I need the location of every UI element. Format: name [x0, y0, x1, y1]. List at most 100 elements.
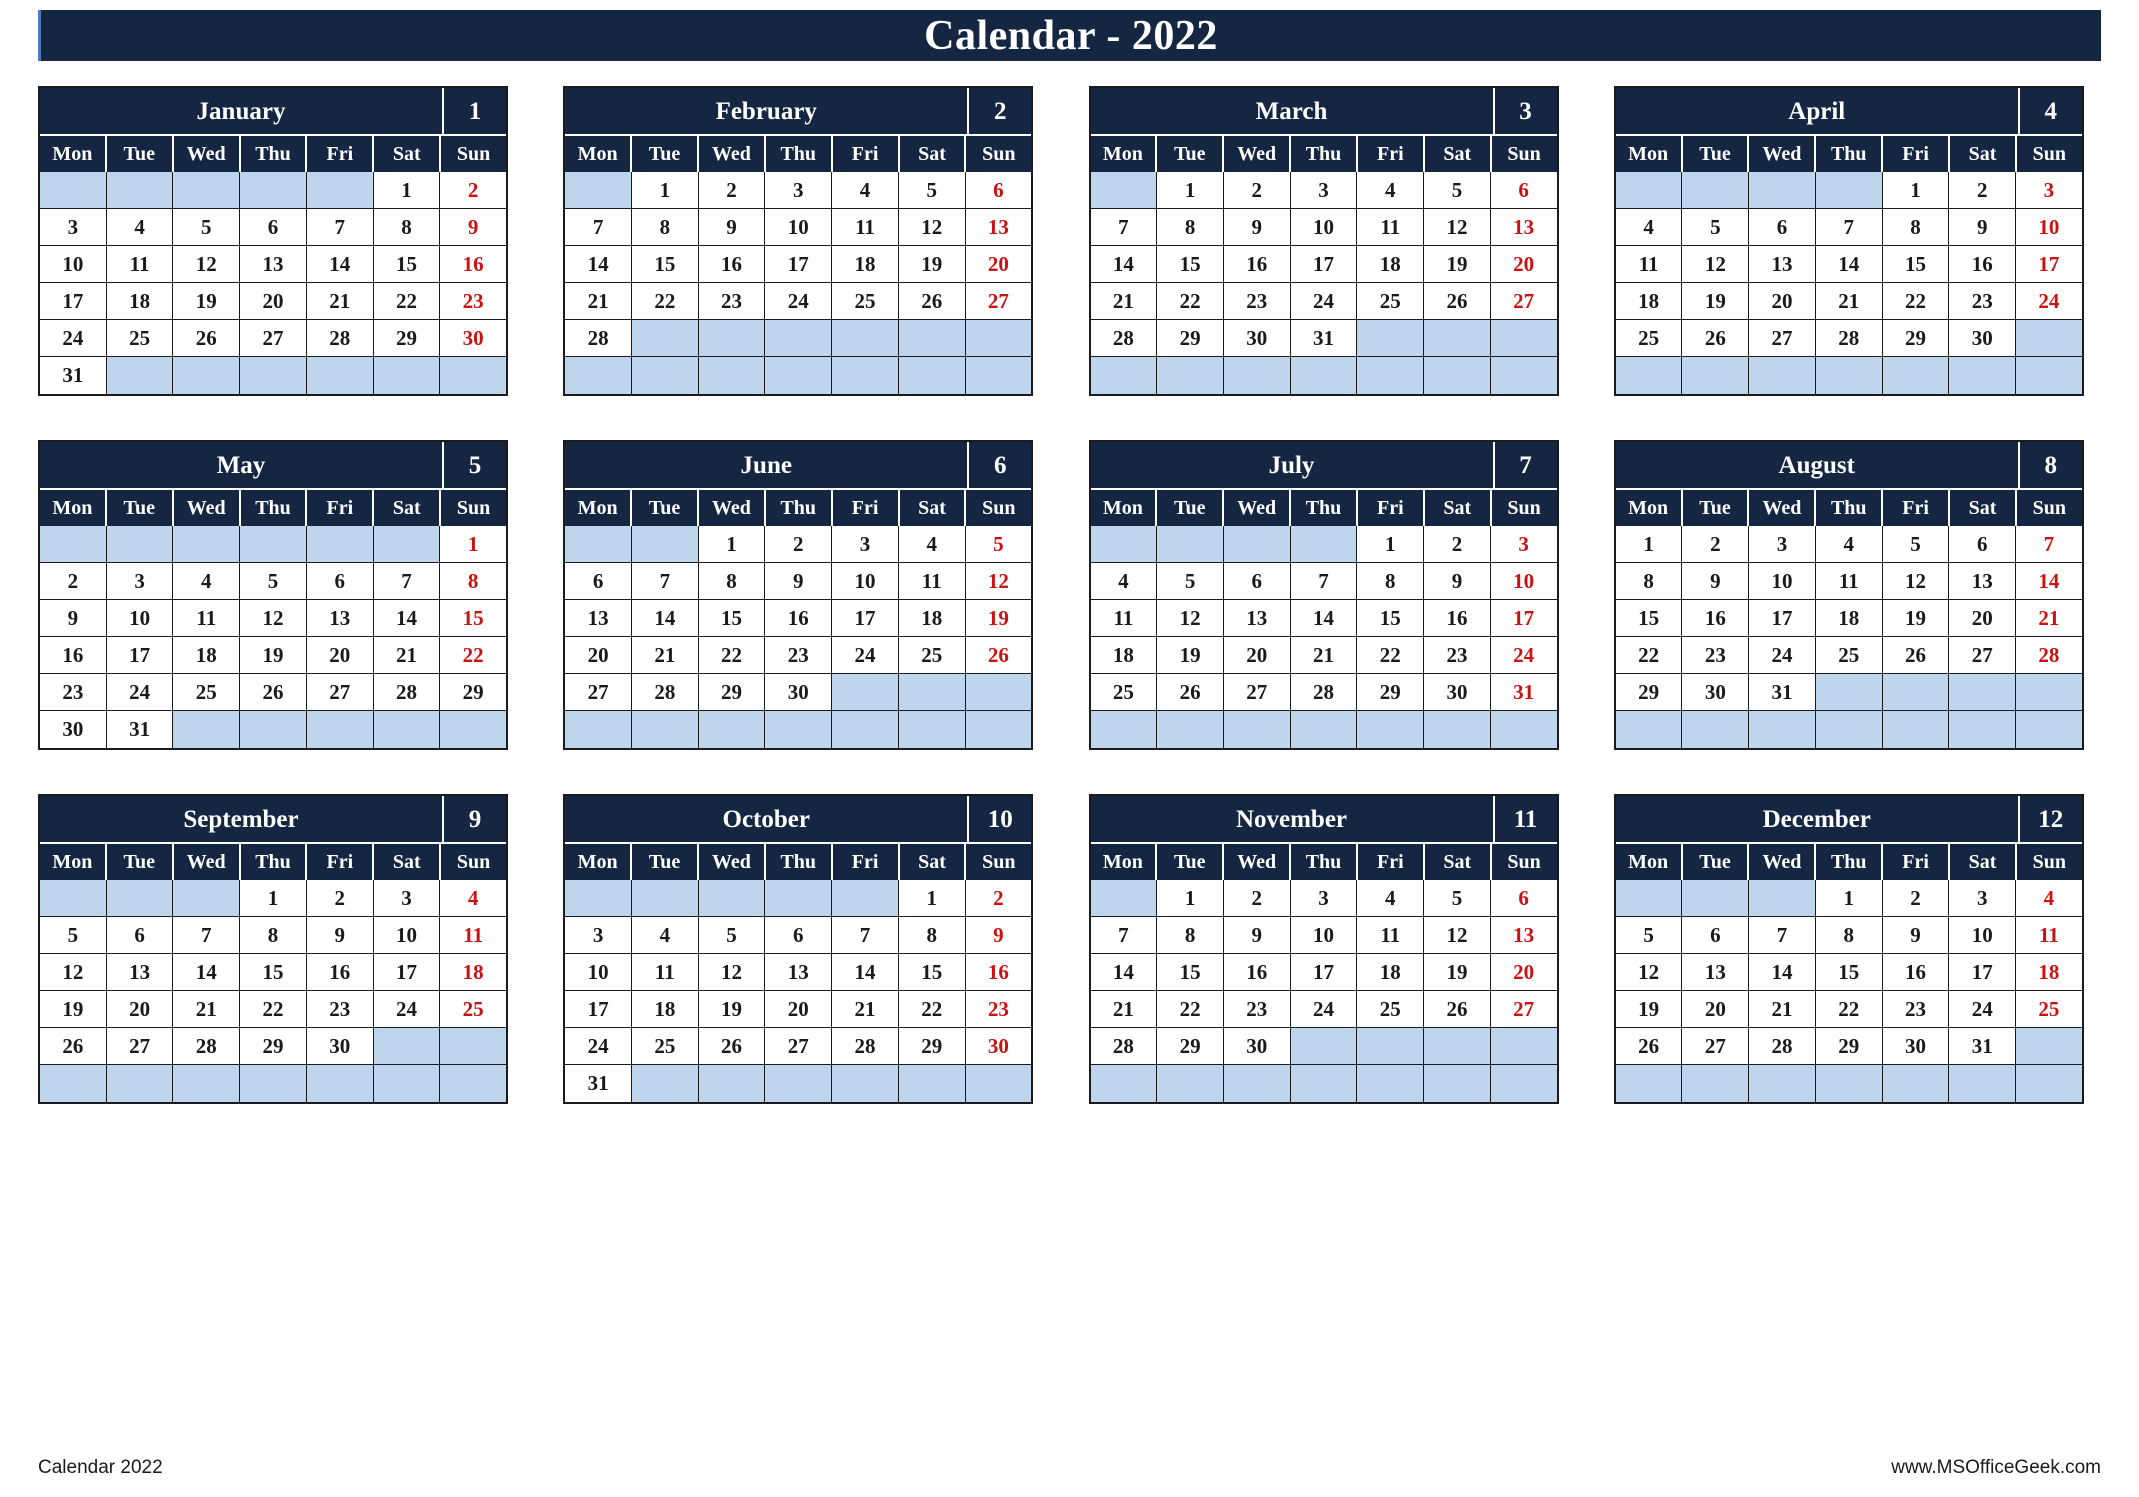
day-cell[interactable]: 31: [1490, 674, 1557, 711]
day-cell[interactable]: 6: [565, 563, 632, 600]
day-cell[interactable]: 17: [1290, 246, 1358, 283]
day-cell[interactable]: 6: [240, 209, 307, 246]
day-cell[interactable]: 24: [565, 1028, 632, 1065]
day-cell[interactable]: 24: [1949, 991, 2017, 1028]
day-cell[interactable]: 12: [240, 600, 307, 637]
day-cell[interactable]: 10: [565, 954, 632, 991]
day-cell[interactable]: 29: [898, 1028, 966, 1065]
day-cell[interactable]: 10: [1749, 563, 1816, 600]
day-cell[interactable]: 2: [440, 172, 507, 209]
day-cell[interactable]: 23: [1424, 637, 1491, 674]
day-cell[interactable]: 30: [1223, 1028, 1291, 1065]
day-cell[interactable]: 27: [1949, 637, 2017, 674]
day-cell[interactable]: 16: [698, 246, 766, 283]
day-cell[interactable]: 25: [1090, 674, 1158, 711]
day-cell[interactable]: 24: [1749, 637, 1816, 674]
day-cell[interactable]: 2: [1949, 172, 2017, 209]
day-cell[interactable]: 17: [1749, 600, 1816, 637]
day-cell[interactable]: 2: [698, 172, 766, 209]
day-cell[interactable]: 13: [1490, 917, 1557, 954]
day-cell[interactable]: 3: [765, 172, 833, 209]
day-cell[interactable]: 6: [1490, 880, 1557, 917]
day-cell[interactable]: 10: [373, 917, 441, 954]
day-cell[interactable]: 25: [106, 320, 174, 357]
day-cell[interactable]: 8: [1357, 563, 1425, 600]
day-cell[interactable]: 5: [1157, 563, 1224, 600]
day-cell[interactable]: 29: [1615, 674, 1683, 711]
day-cell[interactable]: 19: [1615, 991, 1683, 1028]
day-cell[interactable]: 11: [898, 563, 966, 600]
day-cell[interactable]: 21: [832, 991, 899, 1028]
day-cell[interactable]: 12: [1615, 954, 1683, 991]
day-cell[interactable]: 7: [1090, 209, 1158, 246]
day-cell[interactable]: 8: [240, 917, 307, 954]
day-cell[interactable]: 27: [565, 674, 632, 711]
day-cell[interactable]: 16: [765, 600, 833, 637]
day-cell[interactable]: 16: [40, 637, 107, 674]
day-cell[interactable]: 15: [1615, 600, 1683, 637]
day-cell[interactable]: 24: [765, 283, 833, 320]
day-cell[interactable]: 20: [106, 991, 174, 1028]
day-cell[interactable]: 29: [373, 320, 441, 357]
day-cell[interactable]: 1: [698, 526, 766, 563]
day-cell[interactable]: 1: [1357, 526, 1425, 563]
day-cell[interactable]: 28: [832, 1028, 899, 1065]
day-cell[interactable]: 27: [306, 674, 374, 711]
day-cell[interactable]: 20: [1949, 600, 2017, 637]
day-cell[interactable]: 17: [1949, 954, 2017, 991]
day-cell[interactable]: 26: [1157, 674, 1224, 711]
day-cell[interactable]: 28: [1090, 1028, 1158, 1065]
day-cell[interactable]: 9: [965, 917, 1032, 954]
day-cell[interactable]: 3: [2016, 172, 2082, 209]
day-cell[interactable]: 30: [1882, 1028, 1950, 1065]
day-cell[interactable]: 28: [173, 1028, 241, 1065]
day-cell[interactable]: 19: [1424, 954, 1491, 991]
day-cell[interactable]: 13: [965, 209, 1032, 246]
day-cell[interactable]: 13: [565, 600, 632, 637]
day-cell[interactable]: 30: [1949, 320, 2017, 357]
day-cell[interactable]: 20: [1223, 637, 1291, 674]
day-cell[interactable]: 23: [1949, 283, 2017, 320]
day-cell[interactable]: 6: [306, 563, 374, 600]
day-cell[interactable]: 23: [698, 283, 766, 320]
day-cell[interactable]: 12: [698, 954, 766, 991]
day-cell[interactable]: 5: [40, 917, 107, 954]
day-cell[interactable]: 22: [373, 283, 441, 320]
day-cell[interactable]: 11: [173, 600, 241, 637]
day-cell[interactable]: 10: [1290, 917, 1358, 954]
day-cell[interactable]: 18: [1090, 637, 1158, 674]
day-cell[interactable]: 25: [173, 674, 241, 711]
day-cell[interactable]: 1: [373, 172, 441, 209]
day-cell[interactable]: 25: [2016, 991, 2082, 1028]
day-cell[interactable]: 1: [440, 526, 507, 563]
day-cell[interactable]: 22: [1357, 637, 1425, 674]
day-cell[interactable]: 29: [1357, 674, 1425, 711]
day-cell[interactable]: 25: [1615, 320, 1683, 357]
day-cell[interactable]: 5: [1424, 880, 1491, 917]
day-cell[interactable]: 8: [373, 209, 441, 246]
day-cell[interactable]: 14: [565, 246, 632, 283]
day-cell[interactable]: 1: [1157, 172, 1224, 209]
day-cell[interactable]: 13: [106, 954, 174, 991]
day-cell[interactable]: 26: [240, 674, 307, 711]
day-cell[interactable]: 14: [1290, 600, 1358, 637]
day-cell[interactable]: 15: [898, 954, 966, 991]
day-cell[interactable]: 12: [1882, 563, 1950, 600]
day-cell[interactable]: 20: [965, 246, 1032, 283]
day-cell[interactable]: 25: [631, 1028, 699, 1065]
day-cell[interactable]: 25: [1815, 637, 1883, 674]
day-cell[interactable]: 21: [1090, 991, 1158, 1028]
day-cell[interactable]: 13: [1682, 954, 1750, 991]
day-cell[interactable]: 22: [898, 991, 966, 1028]
day-cell[interactable]: 10: [832, 563, 899, 600]
day-cell[interactable]: 20: [1490, 246, 1557, 283]
day-cell[interactable]: 26: [898, 283, 966, 320]
day-cell[interactable]: 21: [173, 991, 241, 1028]
day-cell[interactable]: 11: [1615, 246, 1683, 283]
day-cell[interactable]: 10: [1949, 917, 2017, 954]
day-cell[interactable]: 22: [440, 637, 507, 674]
day-cell[interactable]: 26: [1424, 283, 1491, 320]
day-cell[interactable]: 6: [1490, 172, 1557, 209]
day-cell[interactable]: 23: [1223, 283, 1291, 320]
day-cell[interactable]: 7: [373, 563, 441, 600]
